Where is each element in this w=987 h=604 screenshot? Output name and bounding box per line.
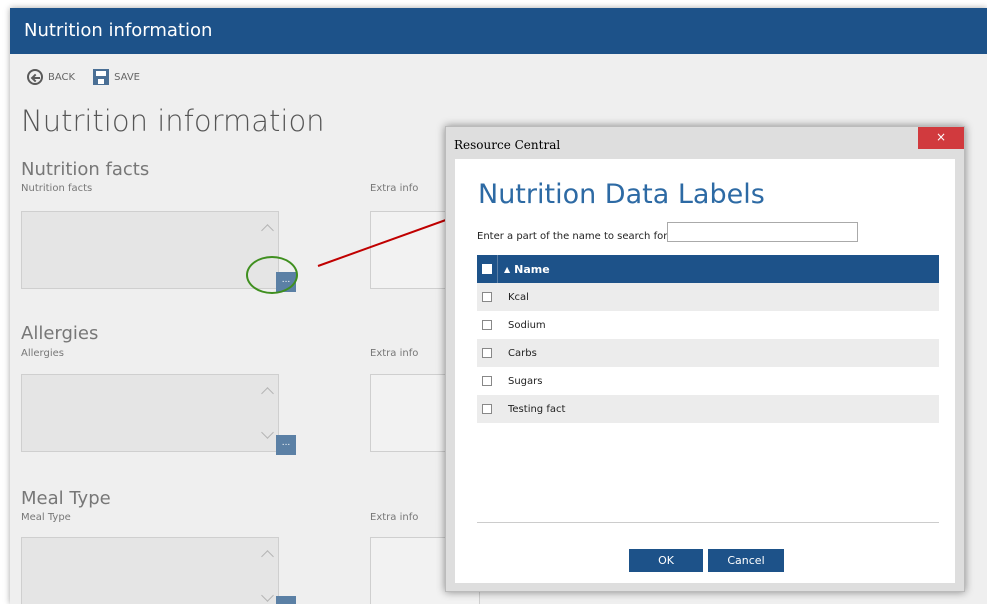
close-button[interactable]: × [918,127,964,149]
allergies-browse-button[interactable]: ... [276,435,296,455]
page-title: Nutrition information [21,104,325,138]
extra-info-label-allergies: Extra info [370,348,419,359]
back-label: BACK [48,71,76,83]
scroll-down-icon[interactable] [261,426,274,439]
search-input[interactable] [667,222,858,242]
highlight-circle-annotation [246,256,298,294]
row-name: Carbs [508,347,537,359]
row-name: Testing fact [508,403,566,415]
row-check-cell [477,348,497,358]
row-name: Kcal [508,291,529,303]
grid-header: ▲ Name [477,255,939,283]
labels-grid: ▲ Name Kcal Sodium Carbs Sugars Testing … [477,255,939,423]
row-check-cell [477,404,497,414]
nutrition-facts-textbox[interactable] [21,211,279,289]
cancel-button[interactable]: Cancel [708,549,784,572]
table-row[interactable]: Kcal [477,283,939,311]
save-label: SAVE [114,71,140,83]
meal-type-browse-button[interactable]: ... [276,596,296,604]
select-all-cell [477,264,497,274]
ok-button[interactable]: OK [629,549,703,572]
toolbar: BACK SAVE [27,69,152,85]
row-check-cell [477,292,497,302]
row-checkbox[interactable] [482,292,492,302]
field-label-allergies: Allergies [21,348,64,359]
row-checkbox[interactable] [482,376,492,386]
section-title-meal-type: Meal Type [21,488,111,509]
section-title-allergies: Allergies [21,323,99,344]
resource-central-dialog: Resource Central × Nutrition Data Labels… [445,126,965,592]
allergies-textbox[interactable] [21,374,279,452]
row-check-cell [477,320,497,330]
name-column-label: Name [514,262,550,276]
row-checkbox[interactable] [482,320,492,330]
table-row[interactable]: Carbs [477,339,939,367]
footer-divider [477,522,939,523]
scroll-up-icon[interactable] [261,550,274,563]
name-column-header[interactable]: ▲ Name [497,255,550,283]
window-titlebar: Nutrition information [10,8,987,54]
save-button[interactable]: SAVE [93,69,140,85]
search-label: Enter a part of the name to search for [477,231,668,242]
table-row[interactable]: Sugars [477,367,939,395]
field-label-meal-type: Meal Type [21,512,71,523]
floppy-disk-icon [93,69,110,85]
dialog-title: Resource Central [454,138,561,152]
row-name: Sugars [508,375,543,387]
extra-info-label-meal-type: Extra info [370,512,419,523]
sort-ascending-icon: ▲ [504,264,511,274]
table-row[interactable]: Sodium [477,311,939,339]
dialog-heading: Nutrition Data Labels [478,179,765,210]
extra-info-label-nutrition: Extra info [370,183,419,194]
row-checkbox[interactable] [482,404,492,414]
scroll-down-icon[interactable] [261,589,274,602]
dialog-body: Nutrition Data Labels Enter a part of th… [455,159,955,583]
back-arrow-icon [27,69,43,85]
table-row[interactable]: Testing fact [477,395,939,423]
scroll-up-icon[interactable] [261,224,274,237]
field-label-nutrition-facts: Nutrition facts [21,183,93,194]
select-all-checkbox[interactable] [482,264,492,274]
back-button[interactable]: BACK [27,69,75,85]
section-title-nutrition-facts: Nutrition facts [21,159,150,180]
meal-type-textbox[interactable] [21,537,279,604]
row-name: Sodium [508,319,546,331]
row-checkbox[interactable] [482,348,492,358]
row-check-cell [477,376,497,386]
scroll-up-icon[interactable] [261,387,274,400]
